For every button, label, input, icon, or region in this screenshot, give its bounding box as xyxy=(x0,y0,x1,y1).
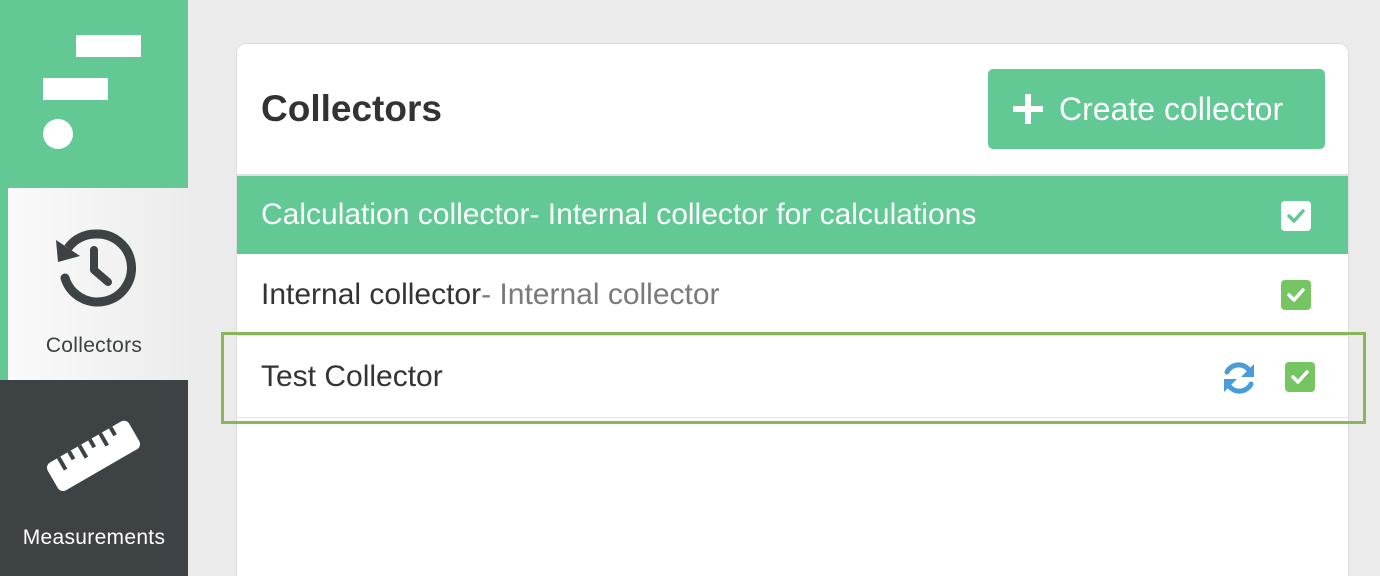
collector-name: Internal collector xyxy=(261,277,482,311)
enabled-checkbox[interactable] xyxy=(1281,201,1311,231)
sidebar-item-collectors[interactable]: Collectors xyxy=(0,188,188,380)
create-collector-label: Create collector xyxy=(1059,90,1284,127)
logo-bar-top xyxy=(76,35,141,57)
sidebar: Collectors Measurements xyxy=(0,0,188,576)
collectors-panel: Collectors Create collector Calculation … xyxy=(236,43,1349,576)
ruler-icon xyxy=(46,420,141,492)
enabled-checkbox[interactable] xyxy=(1281,280,1311,310)
sidebar-item-measurements[interactable]: Measurements xyxy=(0,380,188,576)
collector-description: - Internal collector for calculations xyxy=(529,198,977,231)
create-collector-button[interactable]: Create collector xyxy=(988,69,1325,149)
logo-bar-middle xyxy=(43,78,108,100)
collector-row[interactable]: Calculation collector - Internal collect… xyxy=(237,174,1348,254)
page-title: Collectors xyxy=(261,88,442,129)
collector-name: Calculation collector xyxy=(261,198,530,231)
check-icon xyxy=(1287,288,1305,302)
logo-dot xyxy=(43,119,73,149)
collector-row[interactable]: Internal collector - Internal collector xyxy=(237,254,1348,336)
collector-description: - Internal collector xyxy=(481,277,720,311)
row-highlight-outline xyxy=(221,332,1366,424)
sidebar-item-label: Measurements xyxy=(22,526,166,549)
sidebar-item-label: Collectors xyxy=(45,334,143,357)
app-logo[interactable] xyxy=(0,0,188,188)
plus-icon xyxy=(1013,94,1043,124)
history-icon xyxy=(56,229,136,307)
check-icon xyxy=(1287,209,1305,223)
